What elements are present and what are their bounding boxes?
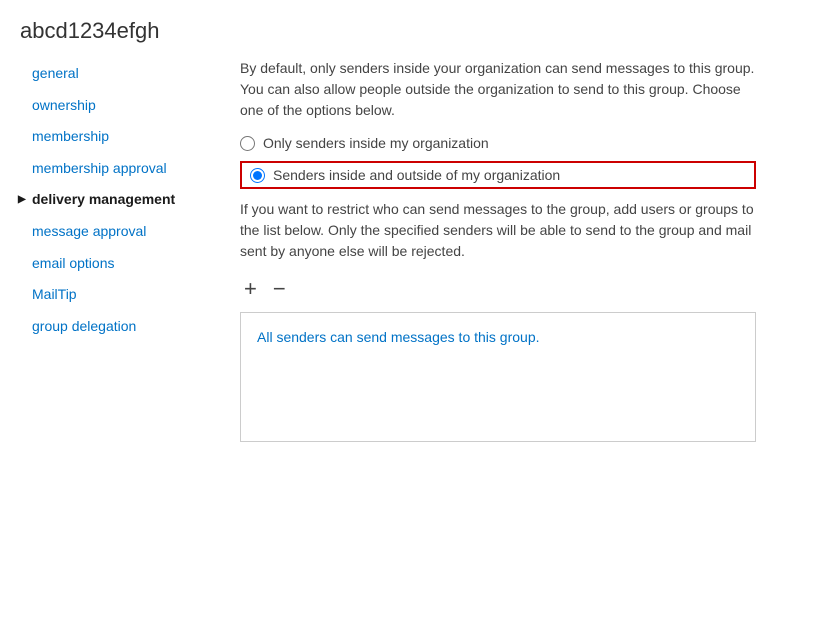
senders-box-prefix: All senders can send messages to [257,329,474,345]
senders-box: All senders can send messages to this gr… [240,312,756,442]
sidebar-item-ownership[interactable]: ownership [18,90,210,122]
radio-option-1[interactable]: Only senders inside my organization [240,135,756,151]
radio-option-2-highlighted[interactable]: Senders inside and outside of my organiz… [240,161,756,189]
restrict-text: If you want to restrict who can send mes… [240,199,756,262]
sidebar-item-general[interactable]: general [18,58,210,90]
page-title: abcd1234efgh [0,0,821,58]
sidebar-item-membership-approval[interactable]: membership approval [18,153,210,185]
main-content: By default, only senders inside your org… [220,58,780,442]
sidebar-item-message-approval[interactable]: message approval [18,216,210,248]
description-text: By default, only senders inside your org… [240,58,756,121]
senders-box-text: All senders can send messages to this gr… [257,329,540,345]
sidebar: generalownershipmembershipmembership app… [0,58,220,442]
senders-box-suffix: . [536,329,540,345]
sidebar-item-group-delegation[interactable]: group delegation [18,311,210,343]
sidebar-item-delivery-management[interactable]: delivery management [18,184,210,216]
sidebar-item-email-options[interactable]: email options [18,248,210,280]
toolbar: + − [240,276,756,302]
radio-only-inside[interactable] [240,136,255,151]
radio-option-1-label[interactable]: Only senders inside my organization [263,135,489,151]
add-button[interactable]: + [240,276,261,302]
sidebar-item-mailtip[interactable]: MailTip [18,279,210,311]
senders-box-link[interactable]: this group [474,329,535,345]
sidebar-item-membership[interactable]: membership [18,121,210,153]
radio-option-2-label[interactable]: Senders inside and outside of my organiz… [273,167,560,183]
radio-inside-outside[interactable] [250,168,265,183]
remove-button[interactable]: − [269,276,290,302]
